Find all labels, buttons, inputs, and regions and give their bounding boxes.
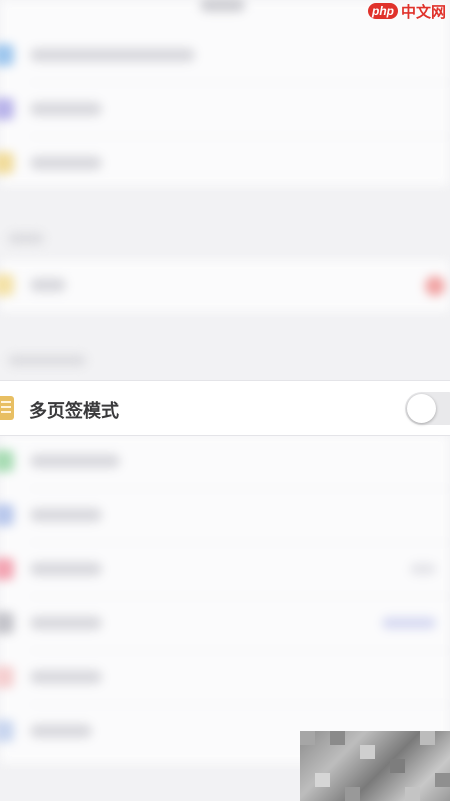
watermark-logo: php 中文网 [368, 0, 446, 22]
settings-group-2 [0, 260, 450, 312]
section-header [8, 355, 86, 366]
pixelated-overlay [300, 731, 450, 801]
multi-tab-mode-label: 多页签模式 [29, 401, 119, 421]
settings-group-3 [0, 434, 450, 764]
list-item[interactable] [0, 596, 450, 650]
list-item[interactable] [0, 488, 450, 542]
watermark-badge: php [368, 3, 398, 19]
list-item[interactable] [0, 82, 450, 136]
watermark-text: 中文网 [401, 3, 447, 21]
list-item[interactable] [0, 260, 450, 314]
notes-icon [0, 396, 14, 420]
list-item[interactable] [0, 28, 450, 82]
list-item[interactable] [0, 650, 450, 704]
list-item[interactable] [0, 542, 450, 596]
list-item[interactable] [0, 136, 450, 190]
toggle-knob [407, 394, 436, 423]
multi-tab-mode-row[interactable]: 多页签模式 [0, 380, 450, 436]
section-header [8, 233, 44, 244]
multi-tab-mode-toggle[interactable] [405, 392, 450, 425]
settings-group-1 [0, 0, 450, 186]
list-item[interactable] [0, 434, 450, 488]
